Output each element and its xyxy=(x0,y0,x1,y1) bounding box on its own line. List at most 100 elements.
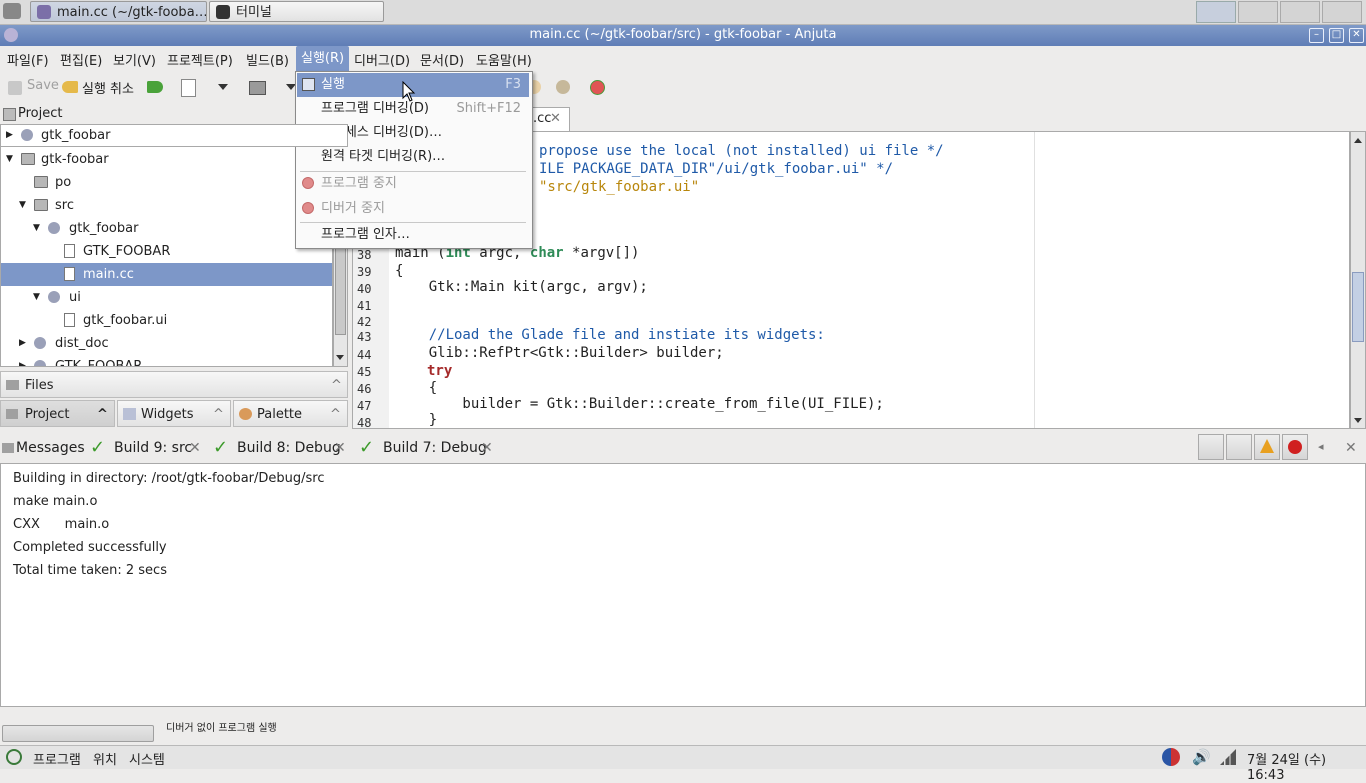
menu-system[interactable]: 시스템 xyxy=(129,749,165,768)
redo-icon[interactable] xyxy=(147,81,163,93)
collapse-arrow-icon[interactable]: ▼ xyxy=(33,217,40,240)
editor-scrollbar[interactable] xyxy=(1350,131,1366,429)
tree-item[interactable]: ▼ gtk_foobar xyxy=(1,217,332,240)
minimize-button[interactable]: – xyxy=(1309,28,1324,43)
breakpoint-icon[interactable] xyxy=(590,80,605,95)
workspace-switcher[interactable] xyxy=(1196,1,1366,23)
menu-places[interactable]: 위치 xyxy=(93,749,117,768)
file-icon xyxy=(64,313,75,327)
project-tab-icon xyxy=(6,409,18,419)
distro-logo-icon[interactable] xyxy=(6,749,22,765)
input-method-icon[interactable] xyxy=(1162,748,1180,766)
tree-item[interactable]: ▼ gtk-foobar xyxy=(1,148,332,171)
tab-build-9[interactable]: Build 9: src xyxy=(114,440,192,456)
tree-item[interactable]: ▶ GTK_FOOBAR xyxy=(1,355,332,367)
tree-item[interactable]: ▼ src xyxy=(1,194,332,217)
mouse-cursor-icon xyxy=(402,81,416,102)
tree-item[interactable]: po xyxy=(1,171,332,194)
task-anjuta[interactable]: main.cc (~/gtk-fooba… xyxy=(30,1,207,22)
menu-edit[interactable]: 편집(E) xyxy=(60,50,102,69)
network-icon[interactable] xyxy=(1220,749,1236,765)
menu-debug[interactable]: 디버그(D) xyxy=(354,50,410,69)
scroll-thumb[interactable] xyxy=(1352,272,1364,342)
task-terminal-label: 터미널 xyxy=(236,5,272,20)
task-terminal[interactable]: 터미널 xyxy=(209,1,384,22)
chevron-up-icon[interactable]: ^ xyxy=(331,372,342,399)
new-file-icon[interactable] xyxy=(181,79,196,97)
menu-build[interactable]: 빌드(B) xyxy=(246,50,289,69)
menu-programs[interactable]: 프로그램 xyxy=(33,749,81,768)
expand-arrow-icon[interactable]: ▶ xyxy=(6,130,13,140)
workspace-4[interactable] xyxy=(1322,1,1362,23)
project-tree: ▼ gtk-foobar po ▼ src ▼ gtk_foobar GTK_F… xyxy=(0,124,333,367)
filter-warning-icon[interactable] xyxy=(1254,434,1280,460)
run-item-debug-remote[interactable]: 원격 타겟 디버깅(R)… xyxy=(297,145,529,169)
tab-palette[interactable]: Palette ^ xyxy=(233,400,348,427)
filter-info-icon[interactable] xyxy=(1226,434,1252,460)
menu-view[interactable]: 보기(V) xyxy=(113,50,156,69)
close-tab-icon[interactable]: ✕ xyxy=(334,440,346,456)
save-button[interactable]: Save xyxy=(27,78,59,93)
workspace-2[interactable] xyxy=(1238,1,1278,23)
close-tab-icon[interactable]: ✕ xyxy=(189,440,201,456)
tree-item-selected[interactable]: main.cc xyxy=(1,263,332,286)
line-number: 39 xyxy=(357,265,372,279)
app-menu-icon[interactable] xyxy=(3,3,21,19)
chevron-up-icon[interactable]: ^ xyxy=(97,401,108,428)
collapse-arrow-icon[interactable]: ▼ xyxy=(19,194,26,217)
close-button[interactable]: ✕ xyxy=(1349,28,1364,43)
undo-icon xyxy=(62,81,78,93)
run-item-label: 실행 xyxy=(321,77,345,92)
run-item-stop-debugger[interactable]: 디버거 중지 xyxy=(297,197,529,221)
close-tab-icon[interactable]: ✕ xyxy=(550,111,561,126)
workspace-1[interactable] xyxy=(1196,1,1236,23)
expand-arrow-icon[interactable]: ▶ xyxy=(19,332,26,355)
new-dropdown-icon[interactable] xyxy=(218,84,228,90)
maximize-button[interactable]: □ xyxy=(1329,28,1344,43)
step-out-icon[interactable] xyxy=(556,80,570,94)
run-item-stop-program[interactable]: 프로그램 중지 xyxy=(297,172,529,196)
tab-build-7[interactable]: Build 7: Debug xyxy=(383,440,487,456)
scroll-down-icon[interactable] xyxy=(336,355,344,360)
tab-widgets[interactable]: Widgets ^ xyxy=(117,400,231,427)
line-number: 46 xyxy=(357,382,372,396)
volume-icon[interactable]: 🔊 xyxy=(1192,748,1211,766)
messages-output[interactable]: Building in directory: /root/gtk-foobar/… xyxy=(0,463,1366,707)
scroll-down-icon[interactable] xyxy=(1354,418,1362,423)
filter-error-icon[interactable] xyxy=(1282,434,1308,460)
menu-help[interactable]: 도움말(H) xyxy=(476,50,532,69)
collapse-arrow-icon[interactable]: ▼ xyxy=(33,286,40,309)
tree-item-label: GTK_FOOBAR xyxy=(83,244,171,259)
chevron-up-icon[interactable]: ^ xyxy=(213,401,224,428)
undo-button[interactable]: 실행 취소 xyxy=(82,78,134,97)
close-tab-icon[interactable]: ✕ xyxy=(481,440,493,456)
close-messages-icon[interactable]: ✕ xyxy=(1345,440,1357,456)
tab-widgets-label: Widgets xyxy=(141,407,194,422)
tree-item[interactable]: ▼ ui xyxy=(1,286,332,309)
project-selector[interactable]: ▶ gtk_foobar xyxy=(0,124,348,147)
filter-normal-icon[interactable] xyxy=(1198,434,1224,460)
menu-documents[interactable]: 문서(D) xyxy=(420,50,464,69)
tab-build-8[interactable]: Build 8: Debug xyxy=(237,440,341,456)
menu-run[interactable]: 실행(R) xyxy=(296,46,350,71)
tree-item-label: GTK_FOOBAR xyxy=(55,359,143,367)
chevron-up-icon[interactable]: ^ xyxy=(330,401,341,428)
clock[interactable]: 7월 24일 (수) 16:43 xyxy=(1247,749,1366,783)
scroll-up-icon[interactable] xyxy=(1354,138,1362,143)
code-line: } xyxy=(395,412,438,428)
arrow-left-icon[interactable]: ◂ xyxy=(1318,440,1324,453)
workspace-3[interactable] xyxy=(1280,1,1320,23)
tree-item[interactable]: GTK_FOOBAR xyxy=(1,240,332,263)
menu-file[interactable]: 파일(F) xyxy=(7,50,49,69)
cpp-file-icon xyxy=(64,267,75,281)
expand-arrow-icon[interactable]: ▶ xyxy=(19,355,26,366)
collapse-arrow-icon[interactable]: ▼ xyxy=(6,148,13,171)
tree-item[interactable]: ▶ dist_doc xyxy=(1,332,332,355)
run-item-program-args[interactable]: 프로그램 인자… xyxy=(297,223,529,247)
messages-icon xyxy=(2,443,14,453)
menu-project[interactable]: 프로젝트(P) xyxy=(167,50,233,69)
tab-project[interactable]: Project ^ xyxy=(0,400,115,427)
files-panel-bar[interactable]: Files ^ xyxy=(0,371,348,398)
tree-item[interactable]: gtk_foobar.ui xyxy=(1,309,332,332)
open-folder-icon[interactable] xyxy=(249,81,266,95)
